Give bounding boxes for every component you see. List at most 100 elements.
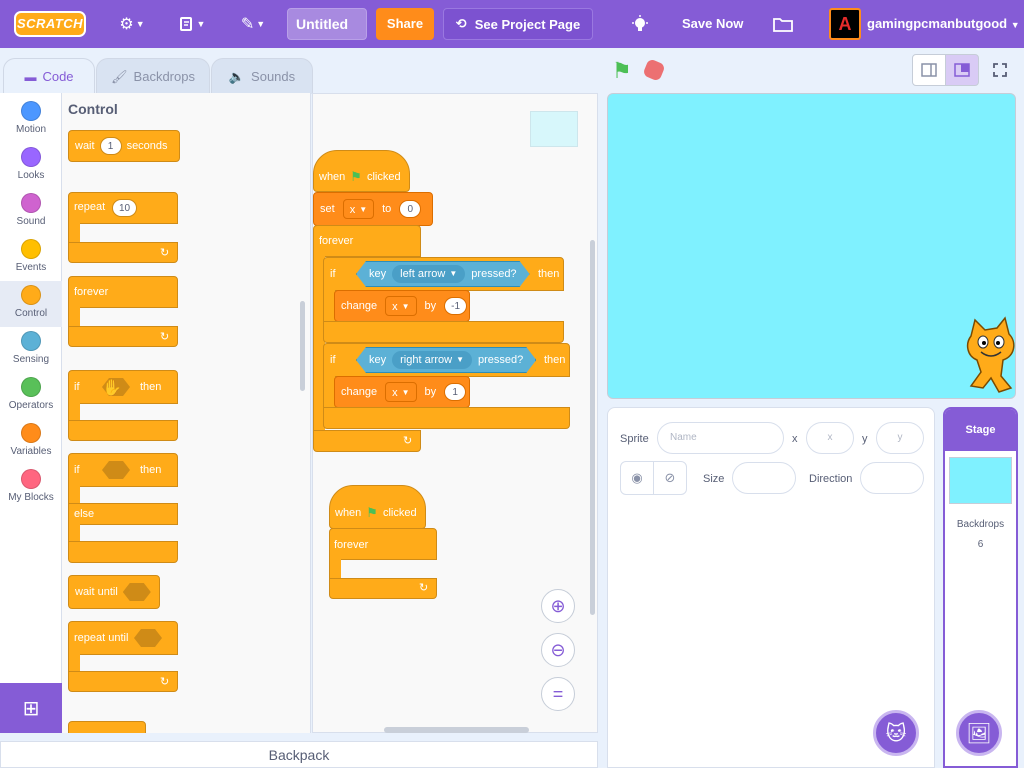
category-control[interactable]: Control [0,281,62,327]
script-h-scrollbar[interactable] [384,727,529,733]
hide-sprite-button[interactable]: ⊘ [653,461,687,495]
dropdown-value: left arrow [400,268,446,280]
category-variables[interactable]: Variables [0,419,62,465]
category-label: Variables [10,446,52,457]
scratch-logo[interactable]: SCRATCH [14,11,86,37]
block-text: set [320,203,335,215]
category-label: Motion [15,124,46,135]
stage-canvas[interactable] [607,93,1016,399]
block-text: clicked [366,171,401,183]
key-pressed-right-block[interactable]: key right arrow ▼ pressed? [356,347,536,373]
value-input[interactable]: 0 [399,200,422,218]
small-stage-button[interactable] [912,54,946,86]
variable-dropdown[interactable]: x ▼ [385,382,417,402]
save-now-button[interactable]: Save Now [682,16,743,31]
sprite-label: Sprite [620,433,649,445]
show-sprite-button[interactable]: ◉ [620,461,654,495]
hat-label: when ⚑ clicked [319,169,401,185]
add-extension-button[interactable]: ⊞ [0,683,62,733]
condition-slot[interactable] [122,583,151,601]
edit-menu[interactable]: ✎ ▼ [238,10,268,38]
motion-dot-icon [21,101,41,121]
partial-block[interactable] [68,721,146,733]
tab-sounds[interactable]: 🔈 Sounds [211,58,313,94]
settings-menu[interactable]: ⚙ ▼ [117,10,147,38]
category-operators[interactable]: Operators [0,373,62,419]
edit-icon: ✎ [240,16,255,33]
cat-sprite[interactable] [961,316,1016,396]
tab-backdrops[interactable]: 🖌 Backdrops [96,58,210,94]
stage-thumbnail[interactable] [949,457,1012,504]
tab-sounds-label: Sounds [251,69,296,84]
choose-backdrop-button[interactable]: 🖼 [956,710,1002,756]
project-title-input[interactable]: Untitled [287,8,367,40]
avatar[interactable]: A [829,8,861,40]
x-input[interactable]: x [806,422,854,454]
key-dropdown[interactable]: left arrow ▼ [392,265,465,283]
block-palette: Control wait 1 seconds repeat 10 ↻ forev… [62,93,311,733]
category-label: My Blocks [8,492,54,503]
number-input[interactable]: 10 [112,199,138,217]
wait-until-block[interactable]: wait until [68,575,160,609]
backpack-bar[interactable]: Backpack [0,741,598,768]
zoom-in-button[interactable]: ⊕ [541,589,575,623]
dropdown-value: x [392,301,398,313]
set-variable-block[interactable]: set x ▼ to 0 [313,192,433,226]
change-x-block[interactable]: change x ▼ by 1 [334,376,470,408]
hand-cursor-icon: ✋ [102,380,122,397]
direction-input[interactable] [860,462,924,494]
username-menu[interactable]: gamingpcmanbutgood ▼ [867,16,1020,31]
backdrops-count: 6 [977,539,984,550]
category-sensing[interactable]: Sensing [0,327,62,373]
forever-block[interactable]: forever ↻ [68,276,178,348]
script-v-scrollbar[interactable] [590,240,595,615]
value-input[interactable]: 1 [444,383,467,401]
number-input[interactable]: 1 [99,137,122,155]
zoom-in-icon: ⊕ [550,596,566,616]
share-button[interactable]: Share [376,8,434,40]
dropdown-value: x [349,204,356,216]
block-text: pressed? [471,268,517,280]
category-motion[interactable]: Motion [0,97,62,143]
value-input[interactable]: -1 [444,297,468,315]
variable-dropdown[interactable]: x ▼ [385,296,417,316]
sprite-name-input[interactable]: Name [657,422,784,454]
chevron-down-icon: ▼ [456,355,465,364]
fullscreen-button[interactable] [983,54,1017,86]
green-flag-icon: ⚑ [366,505,378,520]
folder-icon[interactable] [771,10,795,38]
green-flag-button[interactable]: ⚑ [612,58,632,84]
normal-stage-button[interactable] [945,54,979,86]
avatar-glyph: A [838,13,852,34]
my-blocks-dot-icon [21,469,41,489]
lightbulb-icon[interactable] [628,10,652,38]
category-my-blocks[interactable]: My Blocks [0,465,62,511]
category-events[interactable]: Events [0,235,62,281]
repeat-block[interactable]: repeat 10 ↻ [68,192,178,264]
stop-button[interactable] [642,58,666,82]
key-pressed-left-block[interactable]: key left arrow ▼ pressed? [356,261,530,287]
wait-seconds-block[interactable]: wait 1 seconds [68,130,180,162]
choose-sprite-button[interactable]: 🐱 [873,710,919,756]
repeat-until-block[interactable]: repeat until ↻ [68,621,178,693]
see-project-page-button[interactable]: ⟲ See Project Page [443,8,593,40]
size-input[interactable] [732,462,796,494]
if-then-block[interactable]: if then [68,370,178,442]
menu-bar: SCRATCH ⚙ ▼ ▼ ✎ ▼ Untitled Share ⟲ See Pro… [0,0,1024,48]
y-input[interactable]: y [876,422,924,454]
variable-dropdown[interactable]: x ▼ [342,199,375,219]
chevron-down-icon: ▼ [359,205,368,214]
if-then-else-block[interactable]: if then else [68,453,178,565]
zoom-out-button[interactable]: ⊖ [541,633,575,667]
category-sound[interactable]: Sound [0,189,62,235]
zoom-reset-button[interactable]: = [541,677,575,711]
change-x-block[interactable]: change x ▼ by -1 [334,290,470,322]
file-menu[interactable]: ▼ [177,10,207,38]
palette-scrollbar[interactable] [300,301,305,391]
block-text: if [74,381,80,393]
tab-code[interactable]: ▬ Code [3,58,95,94]
category-looks[interactable]: Looks [0,143,62,189]
block-text: wait until [75,586,118,598]
tab-code-label: Code [42,69,74,84]
key-dropdown[interactable]: right arrow ▼ [392,351,472,369]
